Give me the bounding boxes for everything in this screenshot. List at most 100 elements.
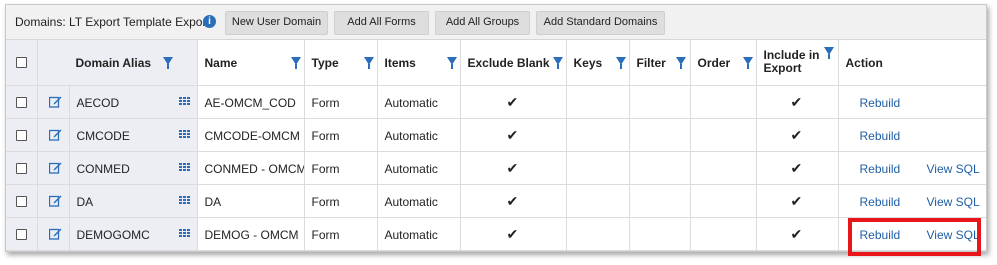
check-icon: ✔	[506, 193, 519, 209]
add-all-groups-button[interactable]: Add All Groups	[435, 11, 530, 35]
rebuild-link[interactable]: Rebuild	[860, 129, 901, 143]
column-header-keys[interactable]: Keys	[566, 40, 630, 86]
row-keys-cell	[566, 217, 630, 251]
domain-type: Form	[311, 96, 340, 110]
column-header-order[interactable]: Order	[690, 40, 757, 86]
check-icon: ✔	[506, 226, 519, 242]
grid-icon[interactable]	[178, 229, 190, 238]
domain-name: CONMED - OMCM	[204, 162, 304, 176]
domain-items: Automatic	[384, 195, 438, 209]
row-exclude-blank-cell: ✔	[460, 151, 567, 185]
row-action-cell: Rebuild	[838, 85, 986, 119]
row-include-cell: ✔	[756, 85, 839, 119]
rebuild-link[interactable]: Rebuild	[860, 195, 901, 209]
table-row[interactable]: DEMOGOMC DEMOG - OMCM Form Automatic ✔ ✔…	[6, 217, 986, 251]
grid-icon[interactable]	[178, 163, 190, 172]
row-checkbox[interactable]	[16, 196, 27, 207]
add-standard-domains-button[interactable]: Add Standard Domains	[536, 11, 665, 35]
keys-label: Keys	[573, 56, 603, 70]
row-action-cell: Rebuild View SQL	[838, 151, 986, 185]
column-header-domain-alias[interactable]: Domain Alias	[37, 40, 198, 86]
select-all-checkbox[interactable]	[16, 57, 27, 68]
row-filter-cell	[629, 85, 691, 119]
row-checkbox[interactable]	[16, 229, 27, 240]
domain-items: Automatic	[384, 162, 438, 176]
column-header-exclude-blank[interactable]: Exclude Blank	[460, 40, 567, 86]
row-items-cell: Automatic	[377, 85, 461, 119]
row-name-cell: CMCODE-OMCM	[197, 118, 305, 152]
column-header-type[interactable]: Type	[304, 40, 378, 86]
filter-icon[interactable]	[615, 57, 626, 69]
row-name-cell: AE-OMCM_COD	[197, 85, 305, 119]
edit-pencil-icon[interactable]	[48, 227, 62, 240]
domains-panel: Domains: LT Export Template Export i New…	[5, 4, 987, 252]
domain-alias: CONMED	[76, 162, 130, 176]
row-items-cell: Automatic	[377, 151, 461, 185]
row-alias-cell: DEMOGOMC	[69, 217, 198, 251]
row-checkbox[interactable]	[16, 97, 27, 108]
column-header-name[interactable]: Name	[197, 40, 305, 86]
name-label: Name	[204, 56, 238, 70]
column-header-action: Action	[838, 40, 986, 86]
grid-icon[interactable]	[178, 196, 190, 205]
row-edit-cell	[37, 118, 70, 152]
edit-pencil-icon[interactable]	[48, 161, 62, 174]
row-type-cell: Form	[304, 151, 378, 185]
row-include-cell: ✔	[756, 217, 839, 251]
row-alias-cell: CONMED	[69, 151, 198, 185]
row-items-cell: Automatic	[377, 118, 461, 152]
filter-icon[interactable]	[675, 57, 686, 69]
table-row[interactable]: CMCODE CMCODE-OMCM Form Automatic ✔ ✔ Re…	[6, 118, 986, 152]
row-items-cell: Automatic	[377, 217, 461, 251]
row-items-cell: Automatic	[377, 184, 461, 218]
filter-icon[interactable]	[552, 57, 563, 69]
filter-icon[interactable]	[363, 57, 374, 69]
column-header-items[interactable]: Items	[377, 40, 461, 86]
row-name-cell: CONMED - OMCM	[197, 151, 305, 185]
new-user-domain-button[interactable]: New User Domain	[225, 11, 328, 35]
row-exclude-blank-cell: ✔	[460, 118, 567, 152]
table-row[interactable]: AECOD AE-OMCM_COD Form Automatic ✔ ✔ Reb…	[6, 85, 986, 119]
filter-icon[interactable]	[446, 57, 457, 69]
grid-icon[interactable]	[178, 97, 190, 106]
table-row[interactable]: CONMED CONMED - OMCM Form Automatic ✔ ✔ …	[6, 151, 986, 185]
view-sql-link[interactable]: View SQL	[927, 195, 980, 209]
row-checkbox[interactable]	[16, 163, 27, 174]
row-alias-cell: CMCODE	[69, 118, 198, 152]
row-checkbox[interactable]	[16, 130, 27, 141]
filter-icon[interactable]	[823, 47, 834, 59]
order-label: Order	[697, 56, 731, 70]
check-icon: ✔	[790, 160, 803, 176]
domain-items: Automatic	[384, 96, 438, 110]
info-icon[interactable]: i	[203, 15, 216, 28]
domain-alias-label: Domain Alias	[75, 56, 152, 70]
edit-pencil-icon[interactable]	[48, 194, 62, 207]
check-icon: ✔	[506, 127, 519, 143]
include-in-export-line2: Export	[763, 61, 802, 75]
row-keys-cell	[566, 118, 630, 152]
column-header-include-in-export[interactable]: Include in Export	[756, 40, 839, 86]
edit-pencil-icon[interactable]	[48, 128, 62, 141]
row-select-cell	[6, 85, 38, 119]
domain-alias: CMCODE	[76, 129, 130, 143]
filter-icon[interactable]	[290, 57, 301, 69]
view-sql-link[interactable]: View SQL	[927, 162, 980, 176]
domain-alias: DA	[76, 195, 94, 209]
domain-type: Form	[311, 129, 340, 143]
add-all-forms-button[interactable]: Add All Forms	[334, 11, 429, 35]
rebuild-link[interactable]: Rebuild	[860, 96, 901, 110]
table-row[interactable]: DA DA Form Automatic ✔ ✔ Rebuild View SQ…	[6, 184, 986, 218]
filter-icon[interactable]	[742, 57, 753, 69]
domain-alias: DEMOGOMC	[76, 228, 150, 242]
edit-pencil-icon[interactable]	[48, 95, 62, 108]
domain-type: Form	[311, 162, 340, 176]
row-order-cell	[690, 85, 757, 119]
column-header-filter[interactable]: Filter	[629, 40, 691, 86]
header-row: Domain Alias Name Type Items Exclude Bla…	[6, 40, 986, 86]
rebuild-link[interactable]: Rebuild	[860, 162, 901, 176]
row-keys-cell	[566, 151, 630, 185]
row-alias-cell: DA	[69, 184, 198, 218]
filter-icon[interactable]	[162, 57, 173, 69]
grid-icon[interactable]	[178, 130, 190, 139]
row-type-cell: Form	[304, 85, 378, 119]
